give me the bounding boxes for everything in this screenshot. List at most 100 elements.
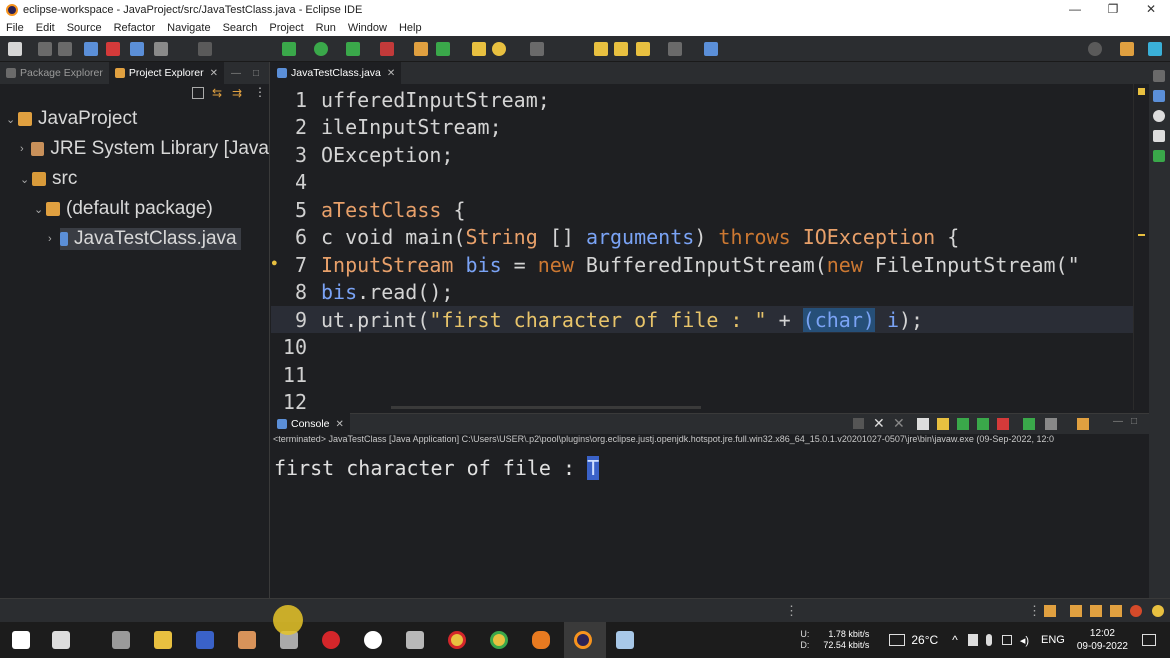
menu-help[interactable]: Help (399, 22, 422, 34)
tab-project-explorer[interactable]: Project Explorer ✕ (108, 62, 224, 84)
show-on-output-icon[interactable] (977, 418, 989, 430)
close-button[interactable]: ✕ (1132, 0, 1170, 19)
temperature[interactable]: 26°C (911, 633, 938, 647)
filters-icon[interactable]: ⇉ (232, 86, 242, 100)
skip-breakpoints-icon[interactable] (130, 42, 144, 56)
chrome-icon[interactable] (490, 631, 508, 649)
app-icon[interactable] (196, 631, 214, 649)
expand-arrow-icon[interactable]: ⌄ (6, 113, 18, 126)
minimize-button[interactable]: — (1056, 0, 1094, 19)
word-wrap-icon[interactable] (957, 418, 969, 430)
search-icon[interactable] (492, 42, 506, 56)
edit-icon[interactable] (198, 42, 212, 56)
code-line[interactable]: 4 (271, 169, 1133, 196)
code-area[interactable]: 1 ufferedInputStream; 2 ileInputStream; 3 OEx… (271, 84, 1133, 410)
tree-item-javaproject[interactable]: ⌄ JavaProject (0, 104, 269, 134)
terminate-icon[interactable] (853, 418, 864, 429)
outline-icon[interactable] (1153, 90, 1165, 102)
code-line[interactable]: 1 ufferedInputStream; (271, 86, 1133, 113)
remove-launch-icon[interactable]: ✕ (873, 415, 885, 432)
menu-navigate[interactable]: Navigate (167, 22, 210, 34)
menu-source[interactable]: Source (67, 22, 102, 34)
clear-console-icon[interactable] (917, 418, 929, 430)
code-line[interactable]: 7 InputStream bis = new BufferedInputStre… (271, 251, 1133, 278)
tree-item-jre-library[interactable]: › JRE System Library [Java (0, 134, 269, 164)
editor-scrollbar[interactable] (1133, 84, 1149, 410)
menu-run[interactable]: Run (316, 22, 336, 34)
new-java-project-icon[interactable] (414, 42, 428, 56)
java-perspective-icon[interactable] (1148, 42, 1162, 56)
collapse-all-icon[interactable] (192, 87, 204, 99)
app-icon[interactable] (364, 631, 382, 649)
terminal-icon[interactable] (84, 42, 98, 56)
menu-project[interactable]: Project (269, 22, 303, 34)
tab-javatestclass[interactable]: JavaTestClass.java ✕ (271, 62, 402, 84)
close-icon[interactable]: ✕ (210, 68, 218, 79)
previous-annotation-icon[interactable] (614, 42, 628, 56)
close-icon[interactable]: ✕ (387, 68, 395, 79)
hat-icon[interactable] (1090, 605, 1102, 617)
notifications-icon[interactable] (1142, 634, 1156, 646)
opera-icon[interactable] (322, 631, 340, 649)
wifi-icon[interactable] (1001, 635, 1012, 645)
mic-tray-icon[interactable] (985, 634, 992, 646)
file-explorer-icon[interactable] (154, 631, 172, 649)
annotation-icon[interactable] (530, 42, 544, 56)
restore-icon[interactable] (1153, 70, 1165, 82)
tab-package-explorer[interactable]: Package Explorer (0, 62, 109, 84)
external-tools-icon[interactable] (380, 42, 394, 56)
tip-icon[interactable] (1152, 605, 1164, 617)
expand-arrow-icon[interactable]: ⌄ (34, 203, 46, 216)
new-icon[interactable] (8, 42, 22, 56)
scroll-lock-icon[interactable] (937, 418, 949, 430)
tab-console[interactable]: Console ✕ (271, 413, 350, 435)
microphone-icon[interactable] (532, 631, 550, 649)
pin-console-icon[interactable] (1023, 418, 1035, 430)
forward-icon[interactable] (668, 42, 682, 56)
pencil-icon[interactable] (1110, 605, 1122, 617)
toggle-ant-icon[interactable] (154, 42, 168, 56)
code-line[interactable]: 5 aTestClass { (271, 196, 1133, 223)
clock[interactable]: 12:02 09-09-2022 (1077, 627, 1128, 653)
coverage-icon[interactable] (346, 42, 360, 56)
problems-icon[interactable] (1153, 130, 1165, 142)
task-view-icon[interactable] (52, 631, 70, 649)
code-line[interactable]: 11 (271, 361, 1133, 388)
back-icon[interactable] (636, 42, 650, 56)
code-line[interactable]: 8 bis.read(); (271, 279, 1133, 306)
maximize-view-icon[interactable]: □ (1131, 416, 1137, 427)
link-editor-icon[interactable]: ⇆ (212, 86, 222, 100)
windows-start-icon[interactable] (12, 631, 30, 649)
eclipse-icon[interactable] (574, 631, 592, 649)
save-all-icon[interactable] (58, 42, 72, 56)
open-perspective-icon[interactable] (1120, 42, 1134, 56)
quick-search-icon[interactable] (1088, 42, 1102, 56)
open-console-icon[interactable] (1077, 418, 1089, 430)
minimize-view-icon[interactable]: — (1113, 416, 1123, 427)
remove-all-icon[interactable]: ✕ (893, 415, 905, 432)
expand-arrow-icon[interactable]: › (20, 143, 31, 155)
view-menu-icon[interactable]: ⋮ (254, 85, 266, 99)
display-console-icon[interactable] (1045, 418, 1057, 430)
console-rail-icon[interactable] (1153, 150, 1165, 162)
app-icon[interactable] (406, 631, 424, 649)
tree-item-default-package[interactable]: ⌄ (default package) (0, 194, 269, 224)
chrome-icon[interactable] (448, 631, 466, 649)
stop-icon[interactable] (106, 42, 120, 56)
volume-icon[interactable]: ◂) (1020, 634, 1029, 647)
menu-window[interactable]: Window (348, 22, 387, 34)
editor-horizontal-scrollbar[interactable] (391, 406, 701, 409)
code-line[interactable]: 10 (271, 334, 1133, 361)
app-icon[interactable] (616, 631, 634, 649)
expand-arrow-icon[interactable]: ⌄ (20, 173, 32, 186)
weather-icon[interactable] (889, 634, 906, 646)
next-annotation-icon[interactable] (594, 42, 608, 56)
run-icon[interactable] (314, 42, 328, 56)
battery-icon[interactable] (967, 634, 978, 646)
new-package-icon[interactable] (436, 42, 450, 56)
tray-expand-icon[interactable]: ^ (952, 633, 958, 647)
save-icon[interactable] (38, 42, 52, 56)
menu-refactor[interactable]: Refactor (114, 22, 156, 34)
debug-icon[interactable] (282, 42, 296, 56)
menu-file[interactable]: File (6, 22, 24, 34)
